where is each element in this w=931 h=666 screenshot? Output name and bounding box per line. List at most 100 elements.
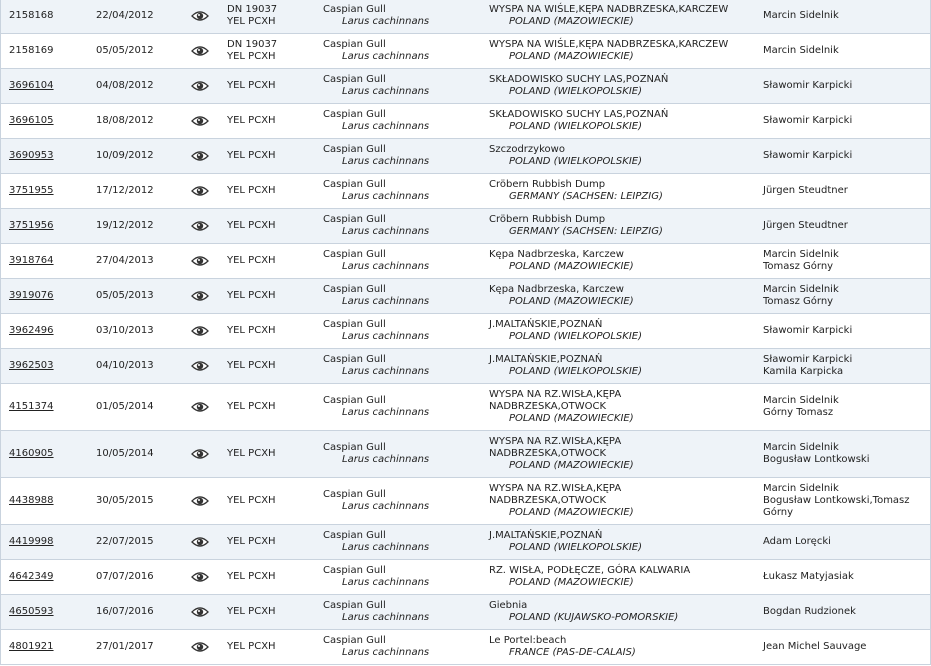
- species-name: Caspian Gull: [323, 395, 386, 406]
- table-row: 3696104 04/08/2012 YEL PCXH Caspian Gull Lar…: [1, 69, 930, 104]
- date-cell: 22/07/2015: [96, 536, 154, 547]
- species-cell: Caspian Gull Larus cachinnans: [323, 442, 429, 466]
- observers-cell: Marcin Sidelnik: [763, 45, 928, 57]
- table-row: 3962503 04/10/2013 YEL PCXH Caspian Gull Lar…: [1, 349, 930, 384]
- species-latin: Larus cachinnans: [342, 296, 430, 307]
- species-latin: Larus cachinnans: [342, 647, 430, 658]
- eye-icon[interactable]: [191, 360, 209, 372]
- observer-name: Tomasz Górny: [763, 261, 834, 272]
- observers-cell: Jürgen Steudtner: [763, 220, 928, 232]
- location-cell: WYSPA NA RZ.WISŁA,KĘPA NADBRZESKA,OTWOCK P…: [489, 389, 754, 425]
- record-link[interactable]: 3751955: [9, 185, 54, 196]
- date-cell: 16/07/2016: [96, 606, 154, 617]
- eye-icon[interactable]: [191, 115, 209, 127]
- ring-code: DN 19037: [227, 4, 278, 15]
- date-cell: 10/05/2014: [96, 448, 154, 459]
- record-link[interactable]: 3919076: [9, 290, 54, 301]
- country-region: POLAND (WIELKOPOLSKIE): [509, 156, 643, 167]
- species-latin: Larus cachinnans: [342, 191, 430, 202]
- country-region: POLAND (KUJAWSKO-POMORSKIE): [509, 612, 679, 623]
- record-id-cell: 4419998: [9, 536, 54, 548]
- species-latin: Larus cachinnans: [342, 577, 430, 588]
- eye-icon[interactable]: [191, 45, 209, 57]
- eye-icon[interactable]: [191, 606, 209, 618]
- location-name: Kępa Nadbrzeska, Karczew: [489, 249, 624, 260]
- table-row: 3919076 05/05/2013 YEL PCXH Caspian Gull Lar…: [1, 279, 930, 314]
- observers-cell: Sławomir Karpicki Kamila Karpicka: [763, 354, 928, 378]
- eye-icon[interactable]: [191, 641, 209, 653]
- ring-codes-cell: YEL PCXH: [227, 150, 276, 162]
- eye-icon[interactable]: [191, 150, 209, 162]
- species-cell: Caspian Gull Larus cachinnans: [323, 179, 429, 203]
- record-link[interactable]: 4642349: [9, 571, 54, 582]
- eye-icon[interactable]: [191, 255, 209, 267]
- ring-code: YEL PCXH: [227, 360, 276, 371]
- eye-icon[interactable]: [191, 185, 209, 197]
- species-latin: Larus cachinnans: [342, 366, 430, 377]
- observer-name: Adam Loręcki: [763, 536, 831, 547]
- table-row: 4151374 01/05/2014 YEL PCXH Caspian Gull Lar…: [1, 384, 930, 431]
- eye-icon[interactable]: [191, 80, 209, 92]
- eye-icon[interactable]: [191, 290, 209, 302]
- country-region: POLAND (MAZOWIECKIE): [509, 16, 634, 27]
- record-id-cell: 3696105: [9, 115, 54, 127]
- record-link[interactable]: 3696105: [9, 115, 54, 126]
- record-id-cell: 3696104: [9, 80, 54, 92]
- ring-code: YEL PCXH: [227, 401, 276, 412]
- location-name: WYSPA NA RZ.WISŁA,KĘPA: [489, 436, 622, 447]
- record-id-cell: 3962496: [9, 325, 54, 337]
- observer-name: Marcin Sidelnik: [763, 10, 839, 21]
- record-link[interactable]: 4438988: [9, 495, 54, 506]
- eye-icon[interactable]: [191, 448, 209, 460]
- record-link[interactable]: 3696104: [9, 80, 54, 91]
- location-name: Cröbern Rubbish Dump: [489, 179, 606, 190]
- location-cell: Szczodrzykowo POLAND (WIELKOPOLSKIE): [489, 144, 754, 168]
- species-latin: Larus cachinnans: [342, 16, 430, 27]
- record-link[interactable]: 4160905: [9, 448, 54, 459]
- eye-icon[interactable]: [191, 10, 209, 22]
- record-link[interactable]: 4801921: [9, 641, 54, 652]
- eye-icon[interactable]: [191, 571, 209, 583]
- date-cell: 04/08/2012: [96, 80, 154, 91]
- ring-codes-cell: DN 19037 YEL PCXH: [227, 39, 277, 63]
- eye-icon[interactable]: [191, 495, 209, 507]
- record-link[interactable]: 3962503: [9, 360, 54, 371]
- observers-cell: Sławomir Karpicki: [763, 115, 928, 127]
- record-link[interactable]: 3962496: [9, 325, 54, 336]
- ring-codes-cell: YEL PCXH: [227, 448, 276, 460]
- record-link[interactable]: 3690953: [9, 150, 54, 161]
- record-id-cell: 3962503: [9, 360, 54, 372]
- observer-name: Marcin Sidelnik: [763, 284, 839, 295]
- record-link[interactable]: 4151374: [9, 401, 54, 412]
- eye-icon[interactable]: [191, 325, 209, 337]
- country-region: POLAND (MAZOWIECKIE): [509, 507, 634, 518]
- ring-codes-cell: DN 19037 YEL PCXH: [227, 4, 277, 28]
- eye-icon[interactable]: [191, 220, 209, 232]
- location-cell: WYSPA NA RZ.WISŁA,KĘPA NADBRZESKA,OTWOCK P…: [489, 436, 754, 472]
- record-id-cell: 2158169: [9, 45, 54, 57]
- record-id-cell: 4438988: [9, 495, 54, 507]
- ring-code: DN 19037: [227, 39, 278, 50]
- species-cell: Caspian Gull Larus cachinnans: [323, 144, 429, 168]
- eye-icon[interactable]: [191, 536, 209, 548]
- location-cell: Kępa Nadbrzeska, Karczew POLAND (MAZOWIEC…: [489, 249, 754, 273]
- ring-codes-cell: YEL PCXH: [227, 255, 276, 267]
- table-row: 3962496 03/10/2013 YEL PCXH Caspian Gull Lar…: [1, 314, 930, 349]
- record-link[interactable]: 4650593: [9, 606, 54, 617]
- observers-cell: Marcin Sidelnik Tomasz Górny: [763, 249, 928, 273]
- eye-icon[interactable]: [191, 401, 209, 413]
- species-latin: Larus cachinnans: [342, 501, 430, 512]
- ring-codes-cell: YEL PCXH: [227, 401, 276, 413]
- location-cell: SKŁADOWISKO SUCHY LAS,POZNAŃ POLAND (WIEL…: [489, 109, 754, 133]
- country-region: GERMANY (SACHSEN: LEIPZIG): [509, 226, 663, 237]
- record-link[interactable]: 3918764: [9, 255, 54, 266]
- ring-code: YEL PCXH: [227, 185, 276, 196]
- record-link[interactable]: 3751956: [9, 220, 54, 231]
- ring-code: YEL PCXH: [227, 571, 276, 582]
- record-link[interactable]: 4419998: [9, 536, 54, 547]
- table-row: 3696105 18/08/2012 YEL PCXH Caspian Gull Lar…: [1, 104, 930, 139]
- species-name: Caspian Gull: [323, 442, 386, 453]
- species-cell: Caspian Gull Larus cachinnans: [323, 39, 429, 63]
- observers-cell: Adam Loręcki: [763, 536, 928, 548]
- species-name: Caspian Gull: [323, 489, 386, 500]
